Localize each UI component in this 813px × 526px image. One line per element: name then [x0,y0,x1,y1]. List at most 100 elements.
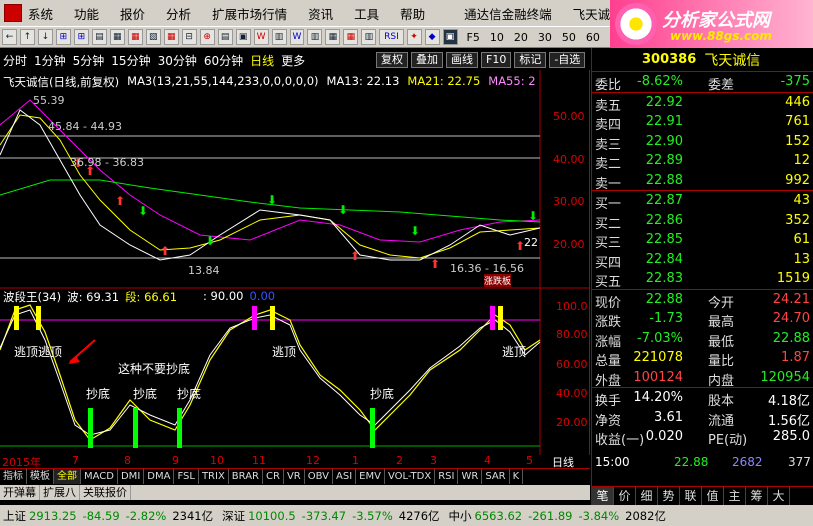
tab-all[interactable]: 全部 [54,469,81,484]
tab-wr[interactable]: WR [458,469,483,484]
w-icon[interactable]: W [253,29,269,45]
table-icon[interactable]: ▦ [109,29,125,45]
mark-button[interactable]: 标记 [514,52,547,68]
period-more[interactable]: 更多 [281,52,305,69]
buy-row[interactable]: 买三 22.85 61 [592,230,813,251]
num10-button[interactable]: 10 [490,31,504,44]
tab-k[interactable]: K [510,469,524,484]
f5-button[interactable]: F5 [467,31,480,44]
menu-item-quote[interactable]: 报价 [120,4,145,23]
tab-brar[interactable]: BRAR [229,469,263,484]
up-icon[interactable]: ↑ [19,29,35,45]
tab-emv[interactable]: EMV [356,469,385,484]
candlestick-icon[interactable]: ▦ [127,29,143,45]
panel-icon[interactable]: ▥ [271,29,287,45]
down-icon[interactable]: ↓ [37,29,53,45]
chart2-icon[interactable]: ▦ [343,29,359,45]
sell-row[interactable]: 卖三 22.90 152 [592,132,813,153]
buy-row[interactable]: 买二 22.86 352 [592,211,813,232]
overlay-button[interactable]: 叠加 [411,52,443,68]
sell-row[interactable]: 卖一 22.88 992 [592,171,813,192]
num30-button[interactable]: 30 [538,31,552,44]
panel2-icon[interactable]: ▥ [307,29,323,45]
draw-line-button[interactable]: 画线 [446,52,478,68]
tab-cr[interactable]: CR [263,469,284,484]
bar-chart-icon[interactable]: ▧ [145,29,161,45]
grid2-icon[interactable]: ⊞ [73,29,89,45]
extension-button[interactable]: 扩展八 [40,485,80,500]
tab-vr[interactable]: VR [284,469,305,484]
rsi-button[interactable]: RSI [379,29,404,45]
low1-label: 13.84 [188,264,220,277]
chart-icon[interactable]: ▦ [325,29,341,45]
y-sub-20: 20.00 [556,416,588,429]
tab-indicator[interactable]: 指标 [0,469,27,484]
menu-item-tools[interactable]: 工具 [354,4,379,23]
sh-label: 上证 [3,508,26,523]
panel3-icon[interactable]: ▥ [361,29,377,45]
tab-dmi[interactable]: DMI [118,469,145,484]
sell-row[interactable]: 卖二 22.89 12 [592,151,813,172]
side-tab-chips[interactable]: 筹 [746,487,768,505]
buy-row[interactable]: 买一 22.87 43 [592,191,813,212]
side-tab-detail[interactable]: 细 [636,487,658,505]
side-tab-value[interactable]: 值 [702,487,724,505]
side-tab-price[interactable]: 价 [614,487,636,505]
minus-icon[interactable]: ⊟ [181,29,197,45]
related-quote-button[interactable]: 关联报价 [80,485,131,500]
side-tab-main[interactable]: 主 [724,487,746,505]
tab-trix[interactable]: TRIX [199,469,229,484]
watchlist-button[interactable]: -自选 [549,52,586,68]
menu-item-analysis[interactable]: 分析 [166,4,191,23]
buy-row[interactable]: 买五 22.83 1519 [592,269,813,290]
indicator-name: 波段王(34) [3,290,62,304]
tab-fsl[interactable]: FSL [174,469,199,484]
side-tab-trend[interactable]: 势 [658,487,680,505]
menu-item-extended-market[interactable]: 扩展市场行情 [212,4,287,23]
menu-item-system[interactable]: 系统 [28,4,53,23]
adjust-button[interactable]: 复权 [376,52,408,68]
tab-dma[interactable]: DMA [144,469,175,484]
period-30min[interactable]: 30分钟 [158,52,197,69]
period-daily[interactable]: 日线 [250,52,274,69]
buy-row[interactable]: 买四 22.84 13 [592,250,813,271]
back-icon[interactable]: ← [2,29,17,45]
tab-vol-tdx[interactable]: VOL-TDX [385,469,436,484]
menu-item-news[interactable]: 资讯 [308,4,333,23]
box-icon[interactable]: ▣ [235,29,251,45]
menu-item-function[interactable]: 功能 [74,4,99,23]
kline-icon[interactable]: ▦ [163,29,179,45]
sell-row[interactable]: 卖五 22.92 446 [592,93,813,114]
tab-sar[interactable]: SAR [482,469,510,484]
doc-icon[interactable]: ▤ [217,29,233,45]
period-timeshare[interactable]: 分时 [3,52,27,69]
side-tab-big[interactable]: 大 [768,487,790,505]
menu-item-help[interactable]: 帮助 [400,4,425,23]
num20-button[interactable]: 20 [514,31,528,44]
period-15min[interactable]: 15分钟 [111,52,150,69]
buy-label: 买三 [595,236,622,251]
indicator-tabs: 指标 模板 全部 MACD DMI DMA FSL TRIX BRAR CR V… [0,468,590,484]
period-1min[interactable]: 1分钟 [34,52,66,69]
tab-template[interactable]: 模板 [27,469,54,484]
danmaku-button[interactable]: 开弹幕 [0,485,40,500]
period-5min[interactable]: 5分钟 [73,52,105,69]
diamond-icon[interactable]: ◆ [424,29,440,45]
period-60min[interactable]: 60分钟 [204,52,243,69]
side-tab-link[interactable]: 联 [680,487,702,505]
num50-button[interactable]: 50 [562,31,576,44]
w2-icon[interactable]: W [289,29,305,45]
grid-icon[interactable]: ⊞ [55,29,71,45]
tab-asi[interactable]: ASI [333,469,357,484]
plus-icon[interactable]: ⊕ [199,29,215,45]
list-icon[interactable]: ▤ [91,29,107,45]
num60-button[interactable]: 60 [586,31,600,44]
square-icon[interactable]: ▣ [442,29,458,45]
tab-macd[interactable]: MACD [81,469,118,484]
tab-rsi[interactable]: RSI [435,469,459,484]
tab-obv[interactable]: OBV [305,469,333,484]
f10-button[interactable]: F10 [481,52,512,68]
star-icon[interactable]: ✦ [406,29,422,45]
sell-row[interactable]: 卖四 22.91 761 [592,112,813,133]
side-tab-tick[interactable]: 笔 [592,487,614,505]
